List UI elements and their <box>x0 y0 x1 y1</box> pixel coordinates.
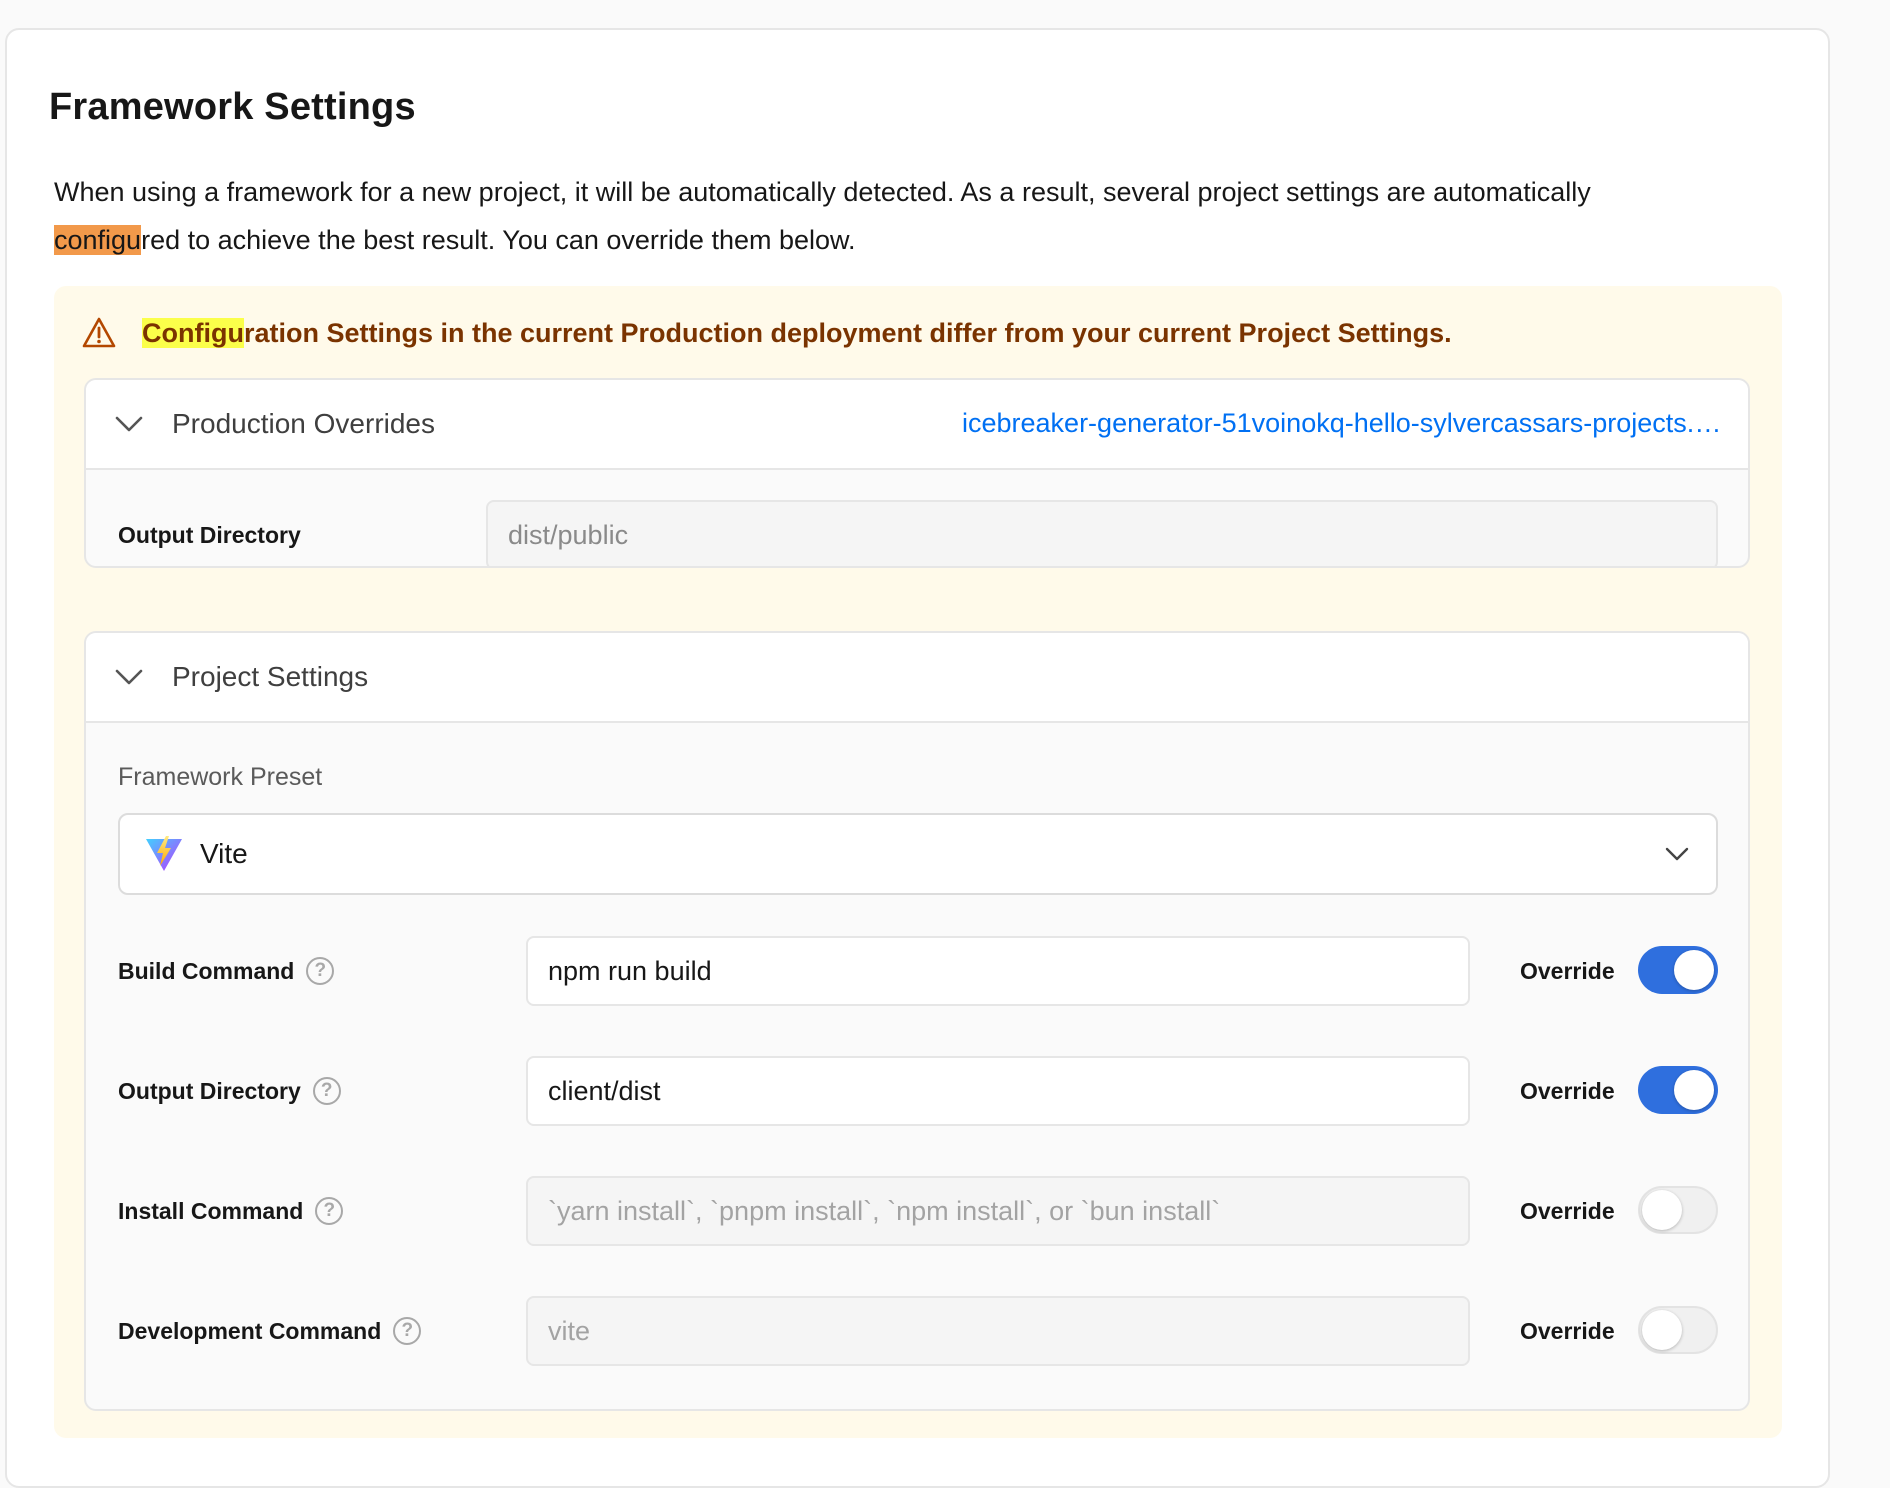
page-description: When using a framework for a new project… <box>54 168 1754 264</box>
build-command-override-toggle[interactable] <box>1638 946 1718 994</box>
build-command-input[interactable]: npm run build <box>526 936 1470 1006</box>
production-output-directory-row: Output Directory dist/public <box>86 500 1748 566</box>
vite-logo-icon <box>146 836 182 871</box>
help-icon[interactable]: ? <box>393 1317 422 1345</box>
output-directory-input[interactable]: client/dist <box>526 1056 1470 1126</box>
production-output-directory-field: dist/public <box>486 500 1718 566</box>
output-directory-override-toggle[interactable] <box>1638 1066 1718 1114</box>
framework-preset-value: Vite <box>200 838 248 869</box>
warning-highlight: Configu <box>142 317 244 348</box>
install-command-override-label: Override <box>1520 1197 1615 1224</box>
help-icon[interactable]: ? <box>315 1197 344 1225</box>
framework-preset-label: Framework Preset <box>118 763 323 791</box>
install-command-row: Install Command? `yarn install`, `pnpm i… <box>86 1176 1748 1246</box>
install-command-input: `yarn install`, `pnpm install`, `npm ins… <box>526 1176 1470 1246</box>
description-text-part2: red to achieve the best result. You can … <box>141 225 856 255</box>
build-command-row: Build Command? npm run build Override <box>86 936 1748 1006</box>
project-settings-header[interactable]: Project Settings <box>86 633 1748 723</box>
framework-preset-select[interactable]: Vite <box>118 813 1718 895</box>
build-command-override-label: Override <box>1520 957 1615 984</box>
output-directory-row: Output Directory? client/dist Override <box>86 1056 1748 1126</box>
build-command-label: Build Command? <box>118 936 335 1006</box>
chevron-down-icon[interactable] <box>1664 845 1690 863</box>
page-title: Framework Settings <box>49 86 416 128</box>
description-text-part1: When using a framework for a new project… <box>54 177 1591 207</box>
help-icon[interactable]: ? <box>306 957 335 985</box>
warning-message: Configuration Settings in the current Pr… <box>82 316 1452 350</box>
chevron-down-icon[interactable] <box>114 667 144 687</box>
install-command-override-toggle[interactable] <box>1638 1186 1718 1234</box>
toggle-knob <box>1674 950 1714 990</box>
project-settings-body: Framework Preset Vite Build Command ? np… <box>86 723 1748 1409</box>
warning-text-rest: ration Settings in the current Productio… <box>243 317 1452 348</box>
project-settings-panel: Project Settings Framework Preset Vite B… <box>84 631 1750 1411</box>
warning-text: Configuration Settings in the current Pr… <box>142 317 1452 349</box>
development-command-override-toggle[interactable] <box>1638 1306 1718 1354</box>
development-command-row: Development Command? vite Override <box>86 1296 1748 1366</box>
development-command-input: vite <box>526 1296 1470 1366</box>
install-command-label-text: Install Command <box>118 1197 304 1224</box>
development-command-override-label: Override <box>1520 1317 1615 1344</box>
production-output-directory-label: Output Directory <box>118 521 301 548</box>
warning-triangle-icon <box>82 317 116 348</box>
project-settings-title: Project Settings <box>172 661 369 692</box>
build-command-label-text: Build Command <box>118 957 295 984</box>
development-command-label: Development Command? <box>118 1296 422 1366</box>
development-command-label-text: Development Command <box>118 1317 382 1344</box>
production-overrides-panel: Production Overrides icebreaker-generato… <box>84 378 1750 568</box>
output-directory-label: Output Directory? <box>118 1056 341 1126</box>
production-overrides-header[interactable]: Production Overrides icebreaker-generato… <box>86 380 1748 470</box>
output-directory-override-label: Override <box>1520 1077 1615 1104</box>
toggle-knob <box>1674 1070 1714 1110</box>
production-overrides-title: Production Overrides <box>172 408 436 439</box>
toggle-knob <box>1642 1310 1682 1350</box>
description-highlight: configu <box>54 225 142 255</box>
install-command-label: Install Command? <box>118 1176 344 1246</box>
output-directory-label-text: Output Directory <box>118 1077 301 1104</box>
toggle-knob <box>1642 1190 1682 1230</box>
chevron-down-icon[interactable] <box>114 414 144 434</box>
help-icon[interactable]: ? <box>312 1077 341 1105</box>
warning-banner: Configuration Settings in the current Pr… <box>54 286 1782 1438</box>
deployment-link[interactable]: icebreaker-generator-51voinokq-hello-syl… <box>962 408 1722 439</box>
